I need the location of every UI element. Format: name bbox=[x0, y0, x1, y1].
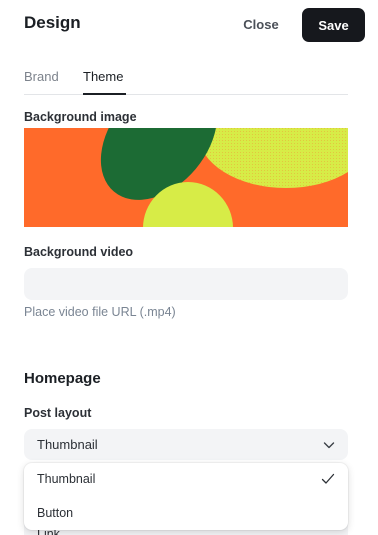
background-video-label: Background video bbox=[24, 245, 134, 259]
tab-bar: Brand Theme bbox=[24, 62, 348, 95]
video-hint-text: Place video file URL (.mp4) bbox=[24, 305, 176, 319]
post-layout-dropdown: Thumbnail Button bbox=[24, 463, 348, 530]
option-label: Button bbox=[37, 506, 74, 520]
abstract-shapes-artwork bbox=[24, 128, 348, 227]
option-thumbnail[interactable]: Thumbnail bbox=[24, 463, 348, 495]
tab-theme[interactable]: Theme bbox=[83, 69, 123, 84]
homepage-section-title: Homepage bbox=[24, 370, 101, 387]
option-button[interactable]: Button bbox=[24, 497, 348, 529]
check-icon bbox=[321, 473, 335, 484]
tab-brand[interactable]: Brand bbox=[24, 69, 59, 84]
background-image-label: Background image bbox=[24, 110, 137, 124]
active-tab-indicator bbox=[83, 93, 126, 95]
option-label: Thumbnail bbox=[37, 472, 96, 486]
background-video-input[interactable] bbox=[24, 268, 348, 300]
post-layout-label: Post layout bbox=[24, 406, 92, 420]
panel-title: Design bbox=[24, 13, 81, 32]
close-button[interactable]: Close bbox=[234, 10, 288, 38]
background-image-preview[interactable] bbox=[24, 128, 348, 227]
post-layout-select[interactable]: Thumbnail bbox=[24, 429, 348, 460]
chevron-down-icon bbox=[323, 442, 335, 449]
design-panel: Design Close Save Brand Theme Background… bbox=[0, 0, 378, 535]
selected-value: Thumbnail bbox=[37, 437, 98, 452]
save-button[interactable]: Save bbox=[302, 8, 365, 42]
